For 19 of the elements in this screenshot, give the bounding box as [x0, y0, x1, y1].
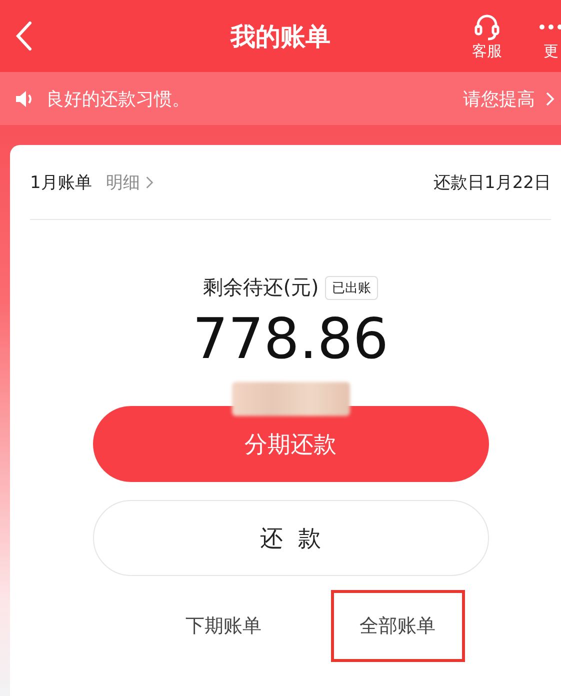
bill-link[interactable]: 下期账单: [156, 590, 290, 662]
status-tag: 已出账: [324, 276, 378, 300]
amount: 778.86: [192, 307, 388, 372]
customer-service-button[interactable]: 客服: [461, 12, 513, 60]
detail-link[interactable]: 明细: [100, 170, 160, 194]
chevron-right-icon: [144, 174, 154, 190]
back-icon[interactable]: [14, 20, 34, 52]
installment-button[interactable]: 分期还款: [92, 406, 488, 482]
remaining-label: 剩余待还(元): [203, 274, 319, 301]
more-button[interactable]: 更: [525, 12, 561, 60]
due-date: 还款日1月22日: [434, 172, 551, 194]
notice-text: 良好的还款习惯。: [46, 88, 190, 110]
page-title: 我的账单: [230, 20, 330, 52]
chevron-right-icon[interactable]: [545, 90, 555, 106]
bill-link[interactable]: 全部账单: [330, 590, 464, 662]
bill-month: 1月账单: [30, 172, 92, 194]
notice-text: 请您提高: [463, 88, 535, 110]
repay-button[interactable]: 还 款: [92, 500, 488, 576]
more-icon: [539, 24, 561, 30]
